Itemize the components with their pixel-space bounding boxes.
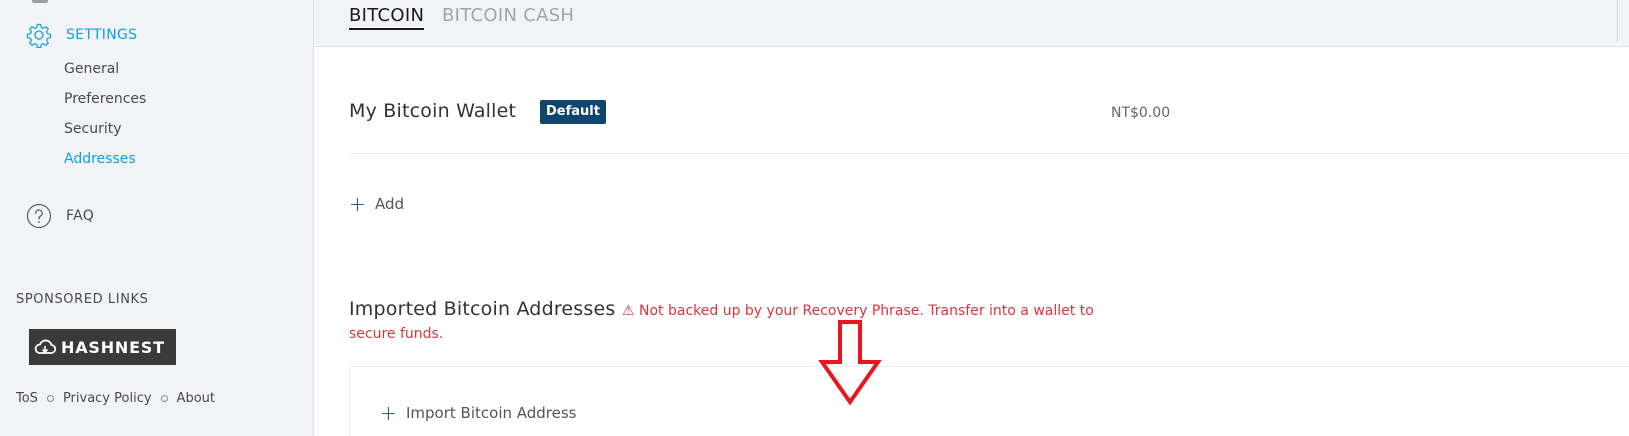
backup-warning-text: Not backed up by your Recovery Phrase. T… <box>349 303 1094 342</box>
wallet-row[interactable]: My Bitcoin Wallet Default NT$0.00 <box>349 96 1629 154</box>
separator-dot <box>46 395 54 402</box>
tab-bitcoin-cash[interactable]: BITCOIN CASH <box>442 5 574 26</box>
footer-links: ToS Privacy Policy About <box>16 391 215 406</box>
sidebar: SETTINGS General Preferences Security Ad… <box>0 0 314 436</box>
separator-dot <box>160 395 168 402</box>
sidebar-item-security[interactable]: Security <box>64 121 122 137</box>
import-bitcoin-address-button[interactable]: + Import Bitcoin Address <box>380 403 577 423</box>
down-arrow-icon <box>818 320 882 406</box>
tos-link[interactable]: ToS <box>16 391 38 406</box>
scroll-edge <box>1617 0 1629 42</box>
cloud-icon <box>34 339 57 354</box>
import-bitcoin-address-label: Import Bitcoin Address <box>406 404 577 422</box>
import-address-box: + Import Bitcoin Address <box>349 366 1629 436</box>
privacy-policy-link[interactable]: Privacy Policy <box>63 391 152 406</box>
add-wallet-button[interactable]: + Add <box>349 194 404 214</box>
default-badge: Default <box>540 100 606 124</box>
currency-tabs: BITCOIN BITCOIN CASH <box>314 0 1629 47</box>
nav-faq-label: FAQ <box>66 208 95 224</box>
previous-nav-item-icon <box>32 0 48 3</box>
plus-icon: + <box>380 401 397 425</box>
about-link[interactable]: About <box>177 391 215 406</box>
main-content: BITCOIN BITCOIN CASH My Bitcoin Wallet D… <box>314 0 1629 436</box>
sidebar-item-addresses[interactable]: Addresses <box>64 151 136 167</box>
hashnest-sponsor-link[interactable]: HASHNEST <box>29 329 176 365</box>
sidebar-item-preferences[interactable]: Preferences <box>64 91 146 107</box>
gear-icon <box>26 23 52 48</box>
wallet-balance: NT$0.00 <box>1111 105 1171 121</box>
tab-bitcoin[interactable]: BITCOIN <box>349 5 425 30</box>
wallet-name: My Bitcoin Wallet <box>349 100 517 122</box>
nav-settings-label: SETTINGS <box>66 27 138 43</box>
nav-faq[interactable]: FAQ <box>26 203 94 229</box>
hashnest-logo-text: HASHNEST <box>61 337 165 357</box>
backup-warning: ⚠ Not backed up by your Recovery Phrase.… <box>349 300 1094 346</box>
sponsored-links-heading: SPONSORED LINKS <box>16 292 149 307</box>
question-circle-icon <box>26 203 52 229</box>
plus-icon: + <box>349 192 366 216</box>
warning-triangle-icon: ⚠ <box>622 303 635 319</box>
nav-settings[interactable]: SETTINGS <box>26 22 137 48</box>
sidebar-item-general[interactable]: General <box>64 61 119 77</box>
add-wallet-label: Add <box>375 195 405 213</box>
